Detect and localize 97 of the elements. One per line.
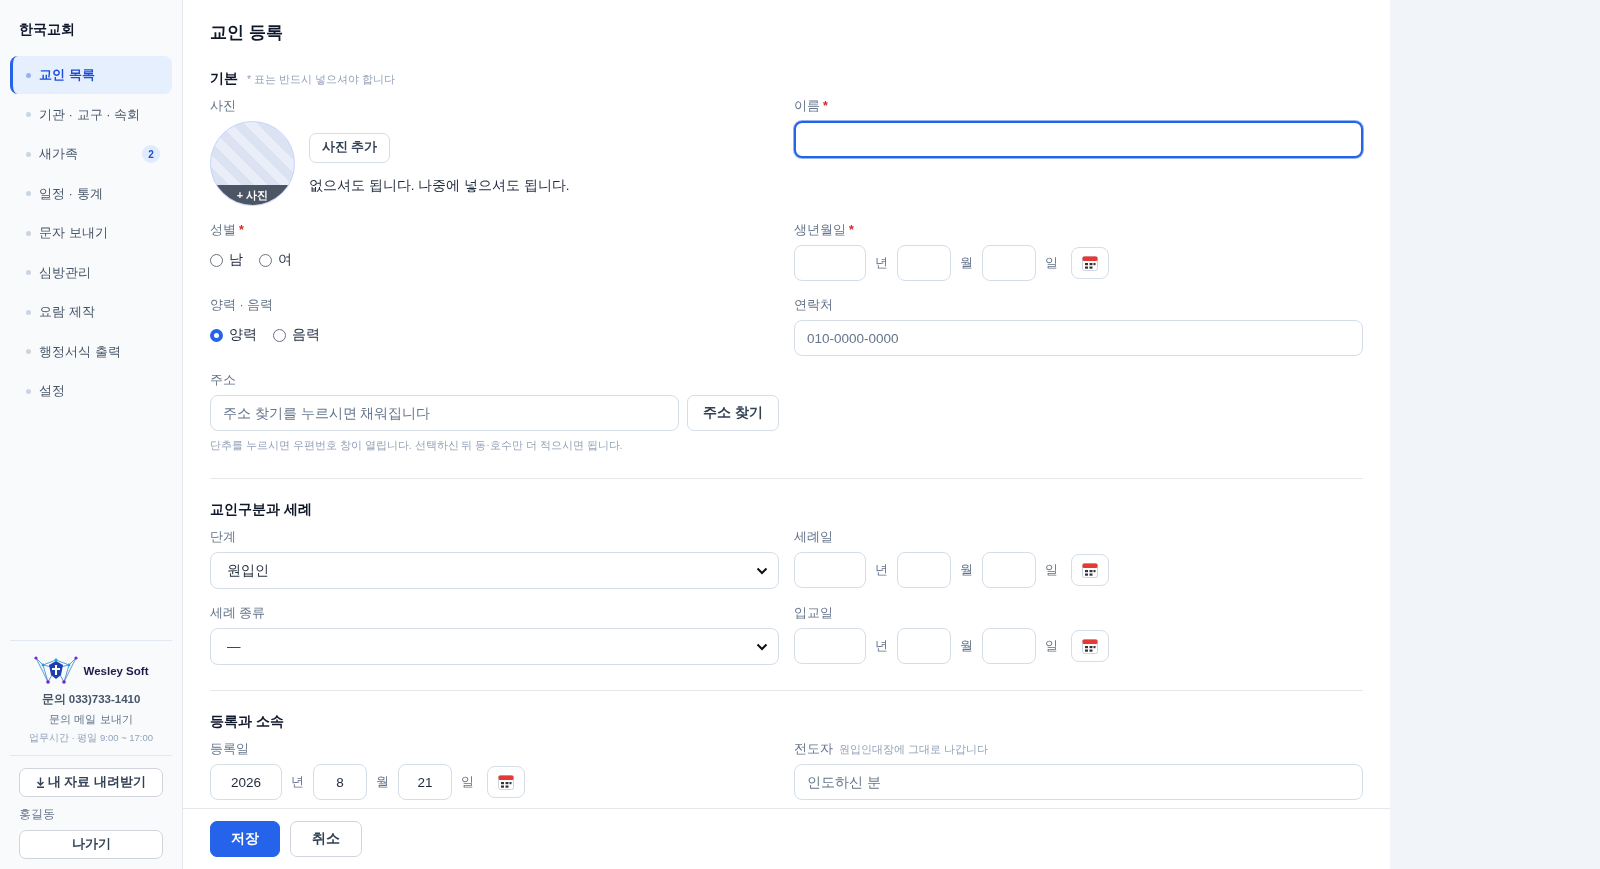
year-field[interactable] [794, 628, 866, 664]
required-mark: * [239, 223, 244, 237]
date-unit: 년 [875, 637, 888, 655]
radio-label[interactable]: 양력 [229, 326, 257, 344]
nav-item[interactable]: 새가족 2 [10, 135, 172, 173]
nav-item[interactable]: 교인 목록 [10, 56, 172, 94]
business-hours: 업무시간 · 평일 9:00 ~ 17:00 [28, 732, 154, 745]
support-phone: 문의 033)733-1410 [41, 692, 141, 707]
network-logo-icon [33, 655, 78, 687]
logout-button[interactable]: 나가기 [19, 830, 163, 859]
field-label: 전도자 [794, 741, 833, 758]
brand-name: 한국교회 [18, 21, 76, 39]
year-field[interactable] [794, 245, 866, 281]
month-field[interactable] [897, 552, 951, 588]
date-unit: 년 [875, 561, 888, 579]
field-label: 생년월일 [794, 222, 846, 239]
radio-label[interactable]: 음력 [292, 326, 320, 344]
address-hint: 단추를 누르시면 우편번호 창이 열립니다. 선택하신 뒤 동·호수만 더 적으시면 됩니다. [210, 439, 624, 453]
radio-button[interactable] [273, 328, 286, 342]
field-label: 양력 · 음력 [210, 297, 274, 314]
calendar-icon [1081, 637, 1099, 655]
photo-placeholder[interactable]: + 사진 [210, 121, 295, 206]
year-field[interactable] [794, 552, 866, 588]
section-title: 교인구분과 세례 [210, 501, 312, 519]
nav-item[interactable]: 심방관리 [10, 253, 172, 292]
nav-item[interactable]: 일정 · 통계 [10, 174, 172, 213]
day-field[interactable] [982, 628, 1036, 664]
radio-label[interactable]: 남 [229, 251, 243, 269]
field-label: 연락처 [794, 297, 833, 314]
calendar-icon [497, 773, 515, 791]
date-unit: 일 [1045, 561, 1058, 579]
field-label: 세례 종류 [210, 605, 266, 622]
calendar-icon [1081, 561, 1099, 579]
field-label: 세례일 [794, 529, 833, 546]
calendar-button[interactable] [1071, 554, 1109, 586]
date-unit: 일 [1045, 637, 1058, 655]
day-field[interactable] [982, 552, 1036, 588]
radio-button[interactable] [259, 253, 272, 267]
field-label: 사진 [210, 98, 236, 115]
text-field[interactable]: 010-0000-0000 [794, 320, 1363, 356]
select-field[interactable]: — [210, 628, 779, 665]
company-name: Wesley Soft [83, 665, 149, 677]
chevron-down-icon [756, 642, 768, 651]
calendar-button[interactable] [487, 766, 525, 798]
date-unit: 월 [960, 637, 973, 655]
nav-item[interactable]: 기관 · 교구 · 속회 [10, 95, 172, 134]
calendar-icon [1081, 254, 1099, 272]
month-field[interactable] [897, 628, 951, 664]
radio-label[interactable]: 여 [278, 251, 292, 269]
download-button[interactable]: 내 자료 내려받기 [19, 768, 163, 797]
section-note: * 표는 반드시 넣으셔야 합니다 [247, 73, 395, 87]
section-title: 등록과 소속 [210, 713, 284, 731]
nav-item[interactable]: 요람 제작 [10, 293, 172, 331]
field-label: 이름 [794, 98, 820, 115]
user-name: 홍길동 [18, 807, 56, 822]
month-field[interactable] [897, 245, 951, 281]
nav-item[interactable]: 문자 보내기 [10, 214, 172, 252]
date-unit: 월 [376, 773, 389, 791]
field-label: 단계 [210, 529, 236, 546]
day-field[interactable] [982, 245, 1036, 281]
date-unit: 년 [291, 773, 304, 791]
photo-hint: 없으셔도 됩니다. 나중에 넣으셔도 됩니다. [309, 176, 570, 195]
month-field[interactable]: 8 [313, 764, 367, 800]
calendar-button[interactable] [1071, 630, 1109, 662]
field-label: 주소 [210, 372, 236, 389]
date-unit: 일 [1045, 254, 1058, 272]
download-icon [36, 777, 45, 788]
nav-item[interactable]: 행정서식 출력 [10, 332, 172, 371]
text-field[interactable]: 인도하신 분 [794, 764, 1363, 800]
address-search-button[interactable]: 주소 찾기 [687, 395, 779, 431]
date-unit: 월 [960, 254, 973, 272]
select-field[interactable]: 원입인 [210, 552, 779, 589]
date-unit: 년 [875, 254, 888, 272]
cancel-button[interactable]: 취소 [290, 821, 362, 857]
year-field[interactable]: 2026 [210, 764, 282, 800]
nav-item[interactable]: 설정 [10, 372, 172, 410]
date-unit: 일 [461, 773, 474, 791]
section-title: 기본 [210, 70, 238, 88]
chevron-down-icon [756, 566, 768, 575]
count-badge: 2 [142, 145, 160, 163]
field-label: 등록일 [210, 741, 249, 758]
support-mail-link[interactable]: 문의 메일 보내기 [49, 712, 133, 727]
name-field[interactable] [794, 121, 1363, 158]
radio-button[interactable] [210, 328, 223, 342]
add-photo-button[interactable]: 사진 추가 [309, 132, 391, 163]
date-unit: 월 [960, 561, 973, 579]
calendar-button[interactable] [1071, 247, 1109, 279]
page-title: 교인 등록 [210, 22, 283, 44]
day-field[interactable]: 21 [398, 764, 452, 800]
radio-button[interactable] [210, 253, 223, 267]
required-mark: * [823, 99, 828, 113]
address-field[interactable]: 주소 찾기를 누르시면 채워집니다 [210, 395, 680, 431]
save-button[interactable]: 저장 [210, 821, 280, 857]
field-label: 입교일 [794, 605, 833, 622]
required-mark: * [849, 223, 854, 237]
field-note: 원입인대장에 그대로 나갑니다 [839, 743, 988, 757]
field-label: 성별 [210, 222, 236, 239]
